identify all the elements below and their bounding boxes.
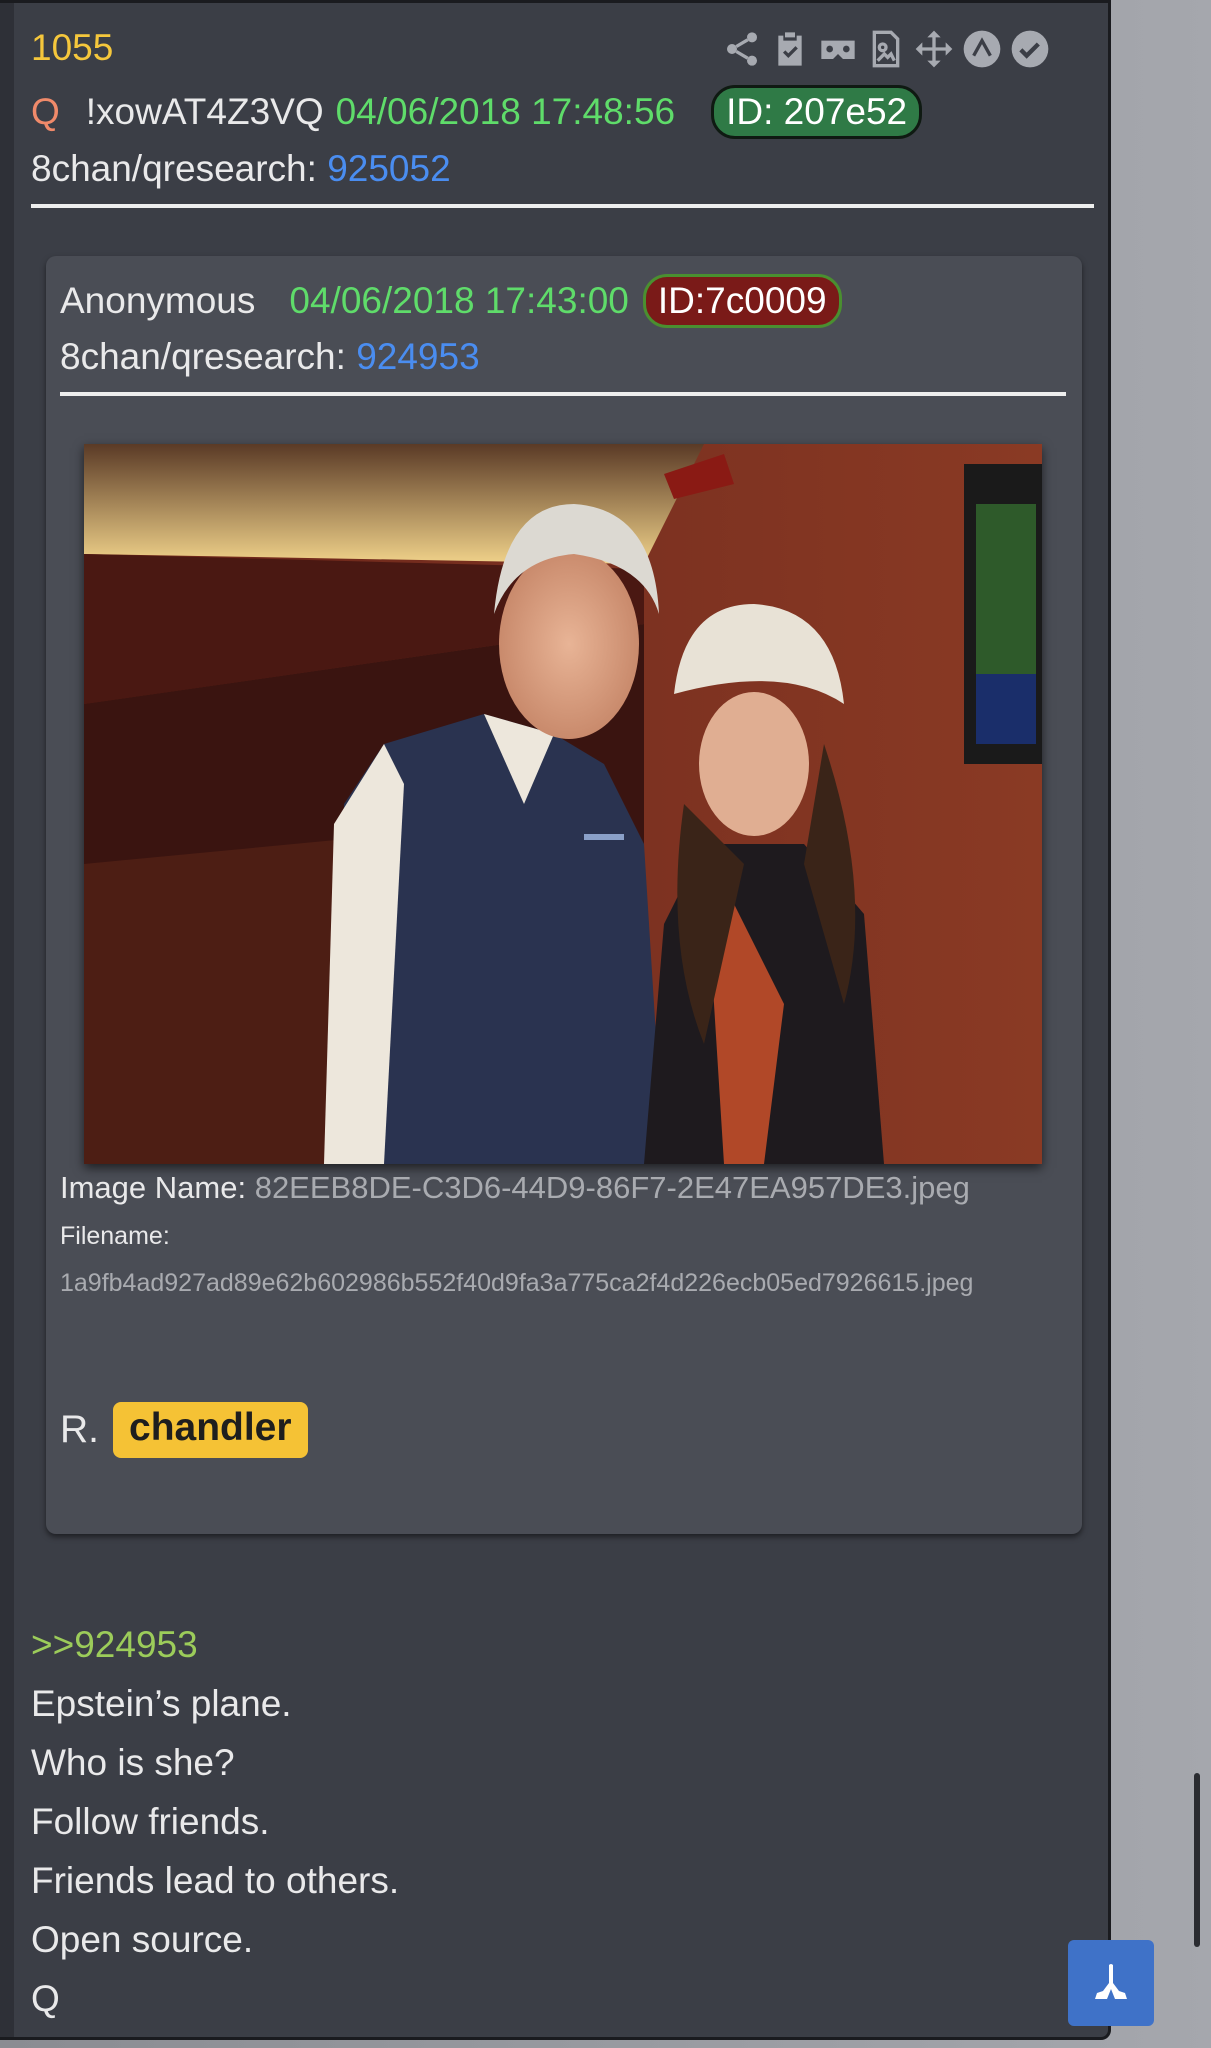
- post-toolbar: [718, 25, 1054, 73]
- quoted-divider: [60, 392, 1066, 396]
- message-line: Follow friends.: [31, 1801, 270, 1842]
- vr-goggles-icon[interactable]: [814, 25, 862, 73]
- image-name-line: Image Name: 82EEB8DE-C3D6-44D9-86F7-2E47…: [60, 1170, 970, 1206]
- floating-action-button[interactable]: [1068, 1940, 1154, 2026]
- quoted-board-name: 8chan/qresearch:: [60, 336, 346, 377]
- image-name-value: 82EEB8DE-C3D6-44D9-86F7-2E47EA957DE3.jpe…: [254, 1170, 970, 1205]
- clipboard-check-icon[interactable]: [766, 25, 814, 73]
- image-name-label: Image Name:: [60, 1170, 247, 1205]
- post-card: 1055 Q !xowAT4Z3VQ 04/06/2018 17:48:56 I…: [0, 0, 1111, 2040]
- post-image[interactable]: [84, 444, 1042, 1164]
- quoted-board-line: 8chan/qresearch: 924953: [60, 336, 480, 378]
- share-icon[interactable]: [718, 25, 766, 73]
- message-line: Epstein’s plane.: [31, 1683, 292, 1724]
- post-board-line: 8chan/qresearch: 925052: [31, 148, 451, 190]
- author-symbol: Q: [31, 91, 60, 132]
- message-signature: Q: [31, 1978, 60, 2019]
- filename-label: Filename:: [60, 1222, 170, 1250]
- quoted-message: R. chandler: [60, 1402, 308, 1458]
- message-line: Friends lead to others.: [31, 1860, 400, 1901]
- board-name: 8chan/qresearch:: [31, 148, 317, 189]
- poster-id-badge[interactable]: ID: 207e52: [711, 85, 923, 139]
- post-ref-link[interactable]: 925052: [327, 148, 450, 189]
- quoted-post: Anonymous 04/06/2018 17:43:00 ID:7c0009 …: [46, 256, 1082, 1534]
- highlighted-tag: chandler: [113, 1402, 308, 1458]
- document-image-icon[interactable]: [862, 25, 910, 73]
- tripcode: !xowAT4Z3VQ: [85, 91, 324, 132]
- post-header: Q !xowAT4Z3VQ 04/06/2018 17:48:56 ID: 20…: [31, 85, 923, 139]
- up-arrow-circle-icon[interactable]: [958, 25, 1006, 73]
- quoted-header: Anonymous 04/06/2018 17:43:00 ID:7c0009: [60, 274, 842, 328]
- reply-link[interactable]: >>924953: [31, 1615, 399, 1674]
- message-line: Open source.: [31, 1919, 254, 1960]
- quoted-post-ref-link[interactable]: 924953: [356, 336, 479, 377]
- move-arrows-icon[interactable]: [910, 25, 958, 73]
- post-datetime: 04/06/2018 17:48:56: [335, 91, 676, 132]
- quoted-text-prefix: R.: [60, 1408, 99, 1451]
- post-message: >>924953 Epstein’s plane. Who is she? Fo…: [31, 1615, 399, 2028]
- left-border: [0, 3, 14, 2037]
- post-number: 1055: [31, 27, 114, 68]
- checkmark-circle-icon[interactable]: [1006, 25, 1054, 73]
- header-divider: [31, 204, 1094, 208]
- quoted-id-badge[interactable]: ID:7c0009: [642, 274, 842, 328]
- praying-hands-icon: [1095, 1964, 1127, 1999]
- scrollbar-thumb[interactable]: [1194, 1773, 1200, 1947]
- page: 1055 Q !xowAT4Z3VQ 04/06/2018 17:48:56 I…: [0, 0, 1211, 2048]
- filename-value: 1a9fb4ad927ad89e62b602986b552f40d9fa3a77…: [60, 1269, 974, 1297]
- quoted-author: Anonymous: [60, 280, 256, 321]
- quoted-datetime: 04/06/2018 17:43:00: [289, 280, 629, 321]
- message-line: Who is she?: [31, 1742, 235, 1783]
